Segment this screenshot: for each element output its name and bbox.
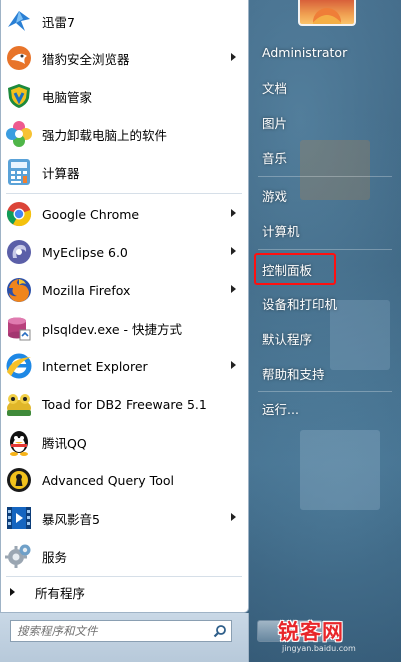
right-item-label: 运行... [262,401,299,417]
user-name-link[interactable]: Administrator [254,39,394,65]
program-item-advanced-query-tool[interactable]: Advanced Query Tool [2,462,246,498]
internet-explorer-icon [4,351,34,381]
search-input[interactable] [11,622,209,640]
program-label: 猎豹安全浏览器 [42,51,130,67]
program-label: MyEclipse 6.0 [42,244,128,260]
program-item-xunlei[interactable]: 迅雷7 [2,3,246,39]
separator [258,391,392,392]
storm-player-icon [4,503,34,533]
firefox-icon [4,275,34,305]
documents-link[interactable]: 文档 [254,74,394,100]
program-item-pc-manager[interactable]: 电脑管家 [2,78,246,114]
program-label: Internet Explorer [42,358,148,374]
program-label: Advanced Query Tool [42,472,174,488]
uninstall-flower-icon [4,119,34,149]
all-programs-button[interactable]: 所有程序 [2,580,246,604]
games-link[interactable]: 游戏 [254,182,394,208]
separator [258,249,392,250]
search-box[interactable] [10,620,232,642]
right-item-label: 计算机 [262,223,300,239]
submenu-arrow-icon[interactable] [231,53,236,61]
program-item-uninstaller[interactable]: 强力卸载电脑上的软件 [2,116,246,152]
program-item-calculator[interactable]: 计算器 [2,154,246,190]
shield-manager-icon [4,81,34,111]
submenu-arrow-icon[interactable] [231,285,236,293]
right-item-label: 帮助和支持 [262,366,325,382]
watermark-url: jingyan.baidu.com [282,644,356,653]
control-panel-highlight-box [254,253,336,285]
cheetah-browser-icon [4,43,34,73]
chrome-icon [4,199,34,229]
program-item-google-chrome[interactable]: Google Chrome [2,196,246,232]
program-label: Google Chrome [42,206,140,222]
program-label: 电脑管家 [42,89,93,105]
program-label: plsqldev.exe - 快捷方式 [42,321,182,337]
calculator-icon [4,157,34,187]
program-item-toad[interactable]: Toad for DB2 Freeware 5.1 [2,386,246,422]
separator [6,193,242,194]
plsql-database-icon [4,313,34,343]
program-item-cheetah-browser[interactable]: 猎豹安全浏览器 [2,40,246,76]
search-icon[interactable] [209,621,231,641]
computer-link[interactable]: 计算机 [254,217,394,243]
keyhole-icon [4,465,34,495]
program-label: 计算器 [42,165,80,181]
program-item-qq[interactable]: 腾讯QQ [2,424,246,460]
all-programs-label: 所有程序 [35,585,86,601]
toad-icon [4,389,34,419]
program-item-internet-explorer[interactable]: Internet Explorer [2,348,246,384]
user-avatar[interactable] [298,0,356,26]
program-label: Toad for DB2 Freeware 5.1 [42,396,207,412]
expand-arrow-icon [10,588,15,596]
right-item-label: 设备和打印机 [262,296,338,312]
separator [6,576,242,577]
right-item-label: Administrator [262,44,348,60]
separator [258,176,392,177]
right-item-label: 图片 [262,115,288,131]
right-item-label: 游戏 [262,188,288,204]
program-item-services[interactable]: 服务 [2,538,246,574]
background-ghost-tile [300,430,380,510]
myeclipse-icon [4,237,34,267]
program-label: Mozilla Firefox [42,282,131,298]
music-link[interactable]: 音乐 [254,144,394,170]
program-label: 强力卸载电脑上的软件 [42,127,168,143]
pictures-link[interactable]: 图片 [254,109,394,135]
program-item-firefox[interactable]: Mozilla Firefox [2,272,246,308]
devices-printers-link[interactable]: 设备和打印机 [254,290,394,316]
qq-penguin-icon [4,427,34,457]
program-label: 暴风影音5 [42,511,100,527]
program-item-myeclipse[interactable]: MyEclipse 6.0 [2,234,246,270]
program-item-plsqldev[interactable]: plsqldev.exe - 快捷方式 [2,310,246,346]
right-item-label: 音乐 [262,150,288,166]
submenu-arrow-icon[interactable] [231,247,236,255]
default-programs-link[interactable]: 默认程序 [254,325,394,351]
services-gear-icon [4,541,34,571]
run-link[interactable]: 运行... [254,395,394,421]
submenu-arrow-icon[interactable] [231,513,236,521]
program-label: 腾讯QQ [42,435,87,451]
help-support-link[interactable]: 帮助和支持 [254,360,394,386]
watermark-logo: 锐客网 [278,620,344,644]
submenu-arrow-icon[interactable] [231,209,236,217]
submenu-arrow-icon[interactable] [231,361,236,369]
right-item-label: 文档 [262,80,288,96]
program-label: 迅雷7 [42,14,75,30]
program-item-storm-player[interactable]: 暴风影音5 [2,500,246,536]
program-label: 服务 [42,549,68,565]
right-item-label: 默认程序 [262,331,313,347]
thunder-bird-icon [4,6,34,36]
